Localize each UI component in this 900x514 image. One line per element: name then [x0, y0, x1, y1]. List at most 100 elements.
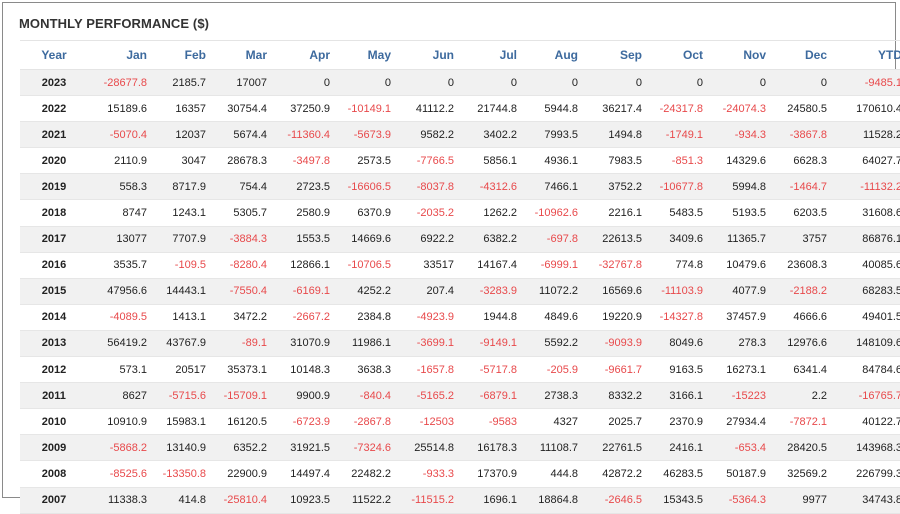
month-value-cell: 1553.5 [271, 226, 334, 253]
table-row: 2015 47956.6 14443.1 -7550.4 -6169.1 4252.2 20… [20, 278, 900, 305]
month-value-cell: 5483.5 [646, 199, 707, 227]
month-value-cell: 11986.1 [334, 330, 395, 358]
month-value-cell: 28678.3 [210, 147, 271, 175]
column-header-jan: Jan [88, 40, 151, 70]
performance-panel: MONTHLY PERFORMANCE ($) Year Jan Feb Mar Apr… [2, 2, 900, 514]
month-value-cell: 1494.8 [582, 121, 646, 149]
month-value-cell: 43767.9 [151, 330, 210, 358]
month-value-cell: -7324.6 [334, 434, 395, 462]
month-value-cell: -697.8 [521, 226, 582, 253]
table-row: 2009 -5868.2 13140.9 6352.2 31921.5 -7324.6 25… [20, 434, 900, 462]
column-header-apr: Apr [271, 40, 334, 70]
month-value-cell: 2185.7 [151, 69, 210, 97]
month-value-cell: 31921.5 [271, 434, 334, 462]
month-value-cell: 47956.6 [88, 278, 151, 305]
ytd-cell: -9485.1 [831, 69, 900, 97]
month-value-cell: 17007 [210, 69, 271, 97]
month-value-cell: 22482.2 [334, 460, 395, 488]
table-body: 2023 -28677.8 2185.7 17007 0 0 0 0 0 0 0 0 0 -9485.1 2… [20, 69, 900, 514]
year-cell: 2020 [20, 147, 88, 175]
month-value-cell: 12976.6 [770, 330, 831, 358]
month-value-cell: 16120.5 [210, 408, 271, 436]
column-header-ytd: YTD [831, 40, 900, 70]
year-cell: 2010 [20, 408, 88, 436]
column-header-dec: Dec [770, 40, 831, 70]
month-value-cell: 56419.2 [88, 330, 151, 358]
month-value-cell: 17370.9 [458, 460, 521, 488]
month-value-cell: -8525.6 [88, 460, 151, 488]
month-value-cell: 21744.8 [458, 95, 521, 123]
month-value-cell: -10962.6 [521, 199, 582, 227]
month-value-cell: -5715.6 [151, 382, 210, 410]
month-value-cell: 42872.2 [582, 460, 646, 488]
month-value-cell: 3752.2 [582, 173, 646, 201]
month-value-cell: 28420.5 [770, 434, 831, 462]
month-value-cell: -11360.4 [271, 121, 334, 149]
month-value-cell: 15983.1 [151, 408, 210, 436]
month-value-cell: -12503 [395, 408, 458, 436]
month-value-cell: 36217.4 [582, 95, 646, 123]
ytd-cell: 40122.7 [831, 408, 900, 436]
year-cell: 2017 [20, 226, 88, 253]
month-value-cell: 8717.9 [151, 173, 210, 201]
month-value-cell: 1696.1 [458, 487, 521, 514]
column-header-nov: Nov [707, 40, 770, 70]
year-cell: 2019 [20, 173, 88, 201]
month-value-cell: 2110.9 [88, 147, 151, 175]
year-cell: 2021 [20, 121, 88, 149]
month-value-cell: 19220.9 [582, 304, 646, 331]
ytd-cell: 143968.3 [831, 434, 900, 462]
month-value-cell: 9900.9 [271, 382, 334, 410]
table-row: 2017 13077 7707.9 -3884.3 1553.5 14669.6 6922.… [20, 226, 900, 253]
table-row: 2013 56419.2 43767.9 -89.1 31070.9 11986.1 -36… [20, 330, 900, 358]
month-value-cell: -2188.2 [770, 278, 831, 305]
month-value-cell: 0 [458, 69, 521, 97]
ytd-cell: 170610.4 [831, 95, 900, 123]
month-value-cell: -7872.1 [770, 408, 831, 436]
panel-title: MONTHLY PERFORMANCE ($) [19, 16, 210, 31]
month-value-cell: -205.9 [521, 356, 582, 384]
year-cell: 2008 [20, 460, 88, 488]
table-row: 2022 15189.6 16357 30754.4 37250.9 -10149.1 41… [20, 95, 900, 123]
month-value-cell: -7766.5 [395, 147, 458, 175]
month-value-cell: 32569.2 [770, 460, 831, 488]
column-header-aug: Aug [521, 40, 582, 70]
month-value-cell: 22900.9 [210, 460, 271, 488]
month-value-cell: -16606.5 [334, 173, 395, 201]
month-value-cell: -2646.5 [582, 487, 646, 514]
month-value-cell: 2573.5 [334, 147, 395, 175]
ytd-cell: 40085.6 [831, 252, 900, 279]
month-value-cell: -4312.6 [458, 173, 521, 201]
month-value-cell: 30754.4 [210, 95, 271, 123]
column-header-may: May [334, 40, 395, 70]
month-value-cell: 11338.3 [88, 487, 151, 514]
month-value-cell: 6382.2 [458, 226, 521, 253]
month-value-cell: 15189.6 [88, 95, 151, 123]
month-value-cell: 13140.9 [151, 434, 210, 462]
month-value-cell: -28677.8 [88, 69, 151, 97]
month-value-cell: -6879.1 [458, 382, 521, 410]
year-cell: 2011 [20, 382, 88, 410]
month-value-cell: -5868.2 [88, 434, 151, 462]
month-value-cell: -5165.2 [395, 382, 458, 410]
table-row: 2012 573.1 20517 35373.1 10148.3 3638.3 -1657.… [20, 356, 900, 384]
month-value-cell: 3472.2 [210, 304, 271, 331]
month-value-cell: 2738.3 [521, 382, 582, 410]
year-cell: 2023 [20, 69, 88, 97]
month-value-cell: 754.4 [210, 173, 271, 201]
month-value-cell: 278.3 [707, 330, 770, 358]
year-cell: 2016 [20, 252, 88, 279]
month-value-cell: 33517 [395, 252, 458, 279]
month-value-cell: -15709.1 [210, 382, 271, 410]
month-value-cell: 4849.6 [521, 304, 582, 331]
month-value-cell: -6723.9 [271, 408, 334, 436]
month-value-cell: 4252.2 [334, 278, 395, 305]
month-value-cell: 16178.3 [458, 434, 521, 462]
ytd-cell: -16765.7 [831, 382, 900, 410]
column-header-jul: Jul [458, 40, 521, 70]
month-value-cell: 4936.1 [521, 147, 582, 175]
year-cell: 2015 [20, 278, 88, 305]
month-value-cell: 37250.9 [271, 95, 334, 123]
month-value-cell: 414.8 [151, 487, 210, 514]
month-value-cell: 3409.6 [646, 226, 707, 253]
